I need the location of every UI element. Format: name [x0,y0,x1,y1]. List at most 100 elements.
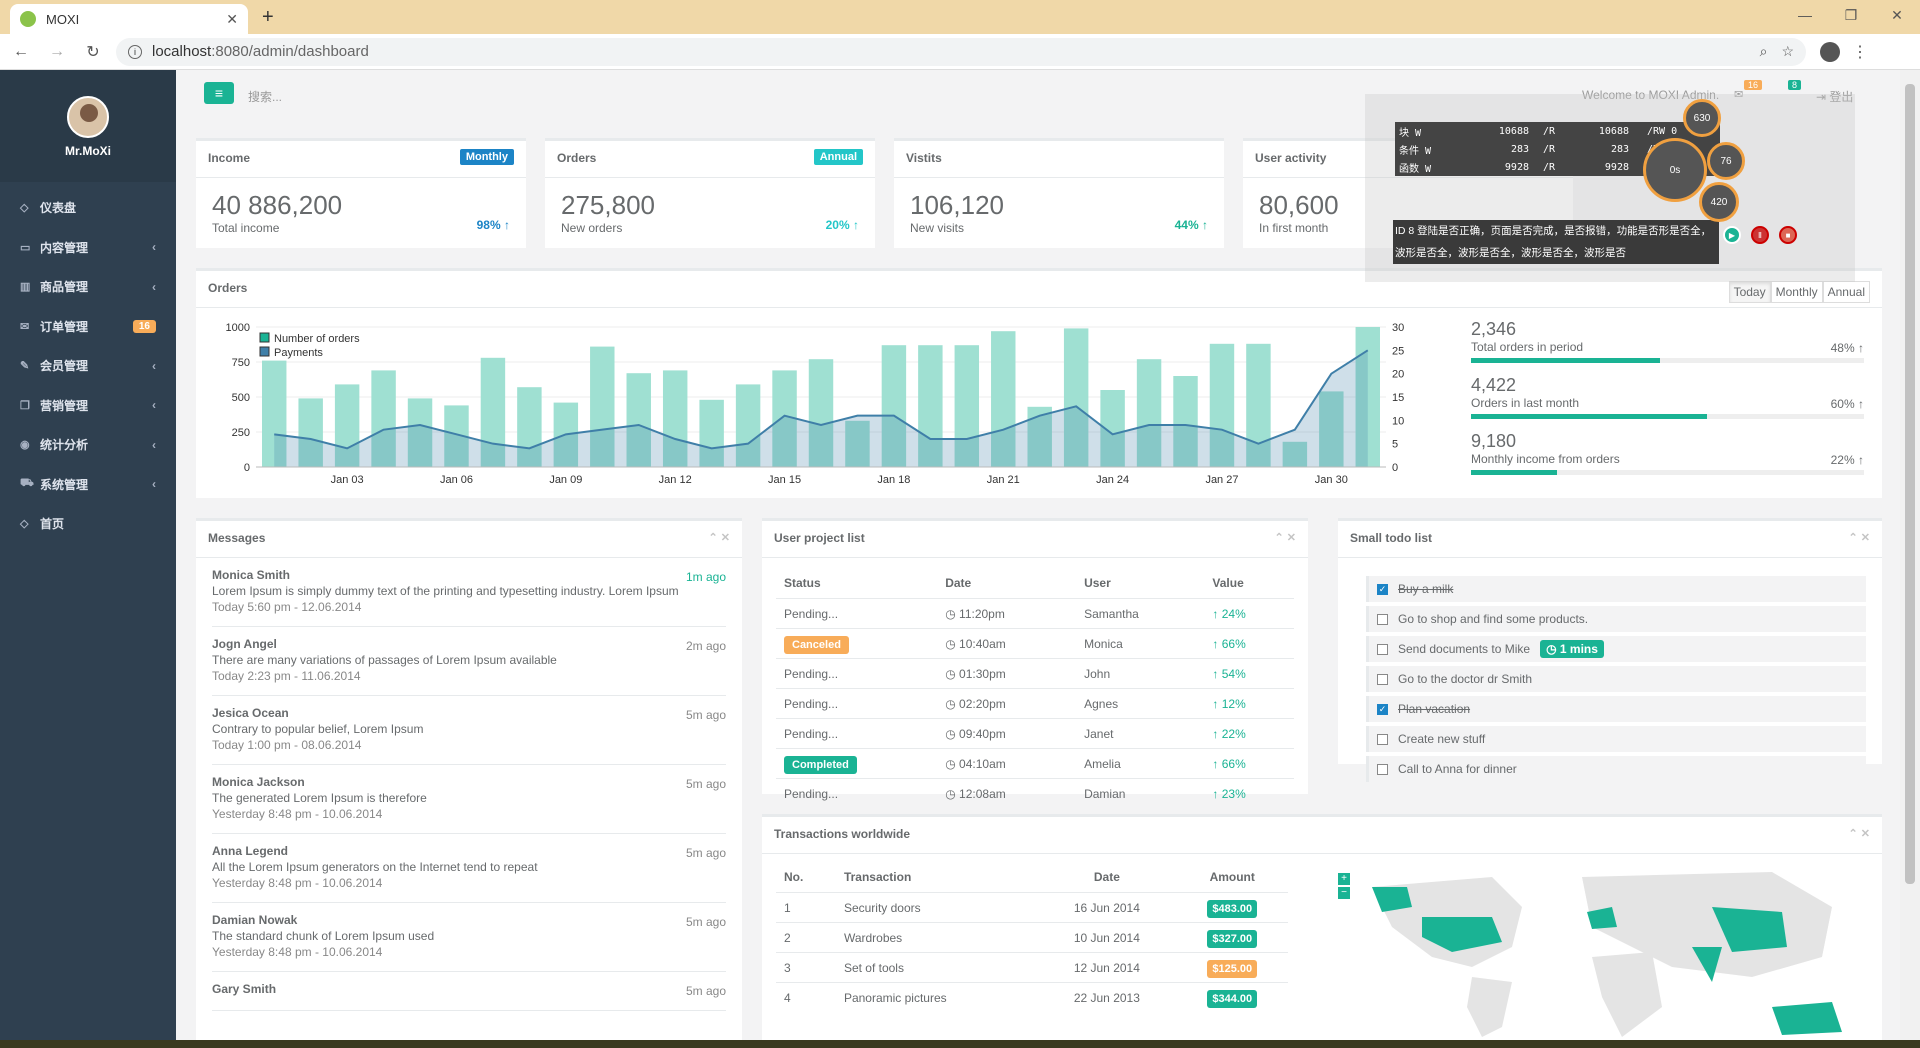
todo-item[interactable]: Send documents to Mike ◷ 1 mins [1366,636,1866,662]
overlay-bubble-3[interactable]: 76 [1707,142,1745,180]
close-tab-icon[interactable]: ✕ [226,11,238,28]
new-tab-button[interactable]: + [262,6,274,29]
panel-controls[interactable]: ⌃ ✕ [709,531,731,544]
user-cell: Agnes [1076,688,1205,719]
overlay-bubble-4[interactable]: 420 [1699,182,1739,222]
minimize-icon[interactable]: — [1782,0,1828,30]
todo-checkbox[interactable] [1377,673,1388,685]
column-header[interactable]: Value [1204,568,1294,599]
table-row[interactable]: Pending... ◷ 12:08am Damian ↑ 23% [776,778,1294,809]
message-item[interactable]: Jogn Angel There are many variations of … [212,627,726,696]
y2-tick-label: 30 [1392,322,1404,334]
sidebar-item-3[interactable]: ✉ 订单管理 16 [0,307,176,347]
sidebar-item-4[interactable]: ✎ 会员管理 ‹ [0,346,176,386]
sidebar-item-0[interactable]: ◇ 仪表盘 [0,188,176,228]
column-header[interactable]: Amount [1176,862,1288,893]
message-item[interactable]: Damian Nowak The standard chunk of Lorem… [212,903,726,972]
message-item[interactable]: Anna Legend All the Lorem Ipsum generato… [212,834,726,903]
table-row[interactable]: Pending... ◷ 01:30pm John ↑ 54% [776,658,1294,689]
overlay-key: 函数 W [1399,163,1432,175]
message-item[interactable]: Monica Smith Lorem Ipsum is simply dummy… [212,558,726,627]
panel-controls[interactable]: ⌃ ✕ [1275,531,1297,544]
scrollbar-thumb[interactable] [1905,84,1915,884]
table-row[interactable]: Canceled ◷ 10:40am Monica ↑ 66% [776,628,1294,659]
message-author[interactable]: Monica Jackson [212,775,726,789]
menu-toggle-button[interactable]: ≡ [204,82,234,104]
forward-icon[interactable]: → [42,43,72,61]
message-author[interactable]: Damian Nowak [212,913,726,927]
overlay-bubble-2[interactable]: 0s [1643,138,1707,202]
message-item[interactable]: Jesica Ocean Contrary to popular belief,… [212,696,726,765]
table-row[interactable]: Pending... ◷ 02:20pm Agnes ↑ 12% [776,688,1294,719]
table-row[interactable]: 4 Panoramic pictures 22 Jun 2013 $344.00 [776,982,1288,1013]
message-item[interactable]: Gary Smith 5m ago [212,972,726,1011]
table-row[interactable]: 1 Security doors 16 Jun 2014 $483.00 [776,892,1288,923]
column-header[interactable]: User [1076,568,1205,599]
profile-icon[interactable] [1820,41,1840,62]
scrollbar[interactable] [1900,70,1920,1040]
user-name[interactable]: Mr.MoXi [65,144,111,158]
panel-controls[interactable]: ⌃ ✕ [1849,531,1871,544]
zoom-out-button[interactable]: − [1338,887,1350,899]
todo-checkbox[interactable] [1377,763,1388,775]
reload-icon[interactable]: ↻ [78,42,108,62]
user-cell: Samantha [1076,598,1205,629]
panel-controls[interactable]: ⌃ ✕ [1849,827,1871,840]
todo-item[interactable]: Create new stuff [1366,726,1866,752]
todo-item[interactable]: Call to Anna for dinner [1366,756,1866,782]
sidebar-item-5[interactable]: ❐ 营销管理 ‹ [0,386,176,426]
table-row[interactable]: Pending... ◷ 09:40pm Janet ↑ 22% [776,718,1294,749]
todo-checkbox[interactable]: ✓ [1377,703,1388,715]
sidebar-item-6[interactable]: ◉ 统计分析 ‹ [0,425,176,465]
message-author[interactable]: Gary Smith [212,982,726,996]
todo-checkbox[interactable]: ✓ [1377,583,1388,595]
column-header[interactable]: No. [776,862,836,893]
range-today-button[interactable]: Today [1728,281,1771,303]
pause-icon[interactable]: Ⅱ [1751,226,1769,244]
table-row[interactable]: 3 Set of tools 12 Jun 2014 $125.00 [776,952,1288,983]
close-window-icon[interactable]: ✕ [1874,0,1920,30]
world-map[interactable] [1352,867,1872,1037]
column-header[interactable]: Transaction [835,862,1038,893]
todo-item[interactable]: Go to shop and find some products. [1366,606,1866,632]
back-icon[interactable]: ← [6,43,36,61]
message-author[interactable]: Monica Smith [212,568,726,582]
zoom-icon[interactable]: ⌕ [1760,43,1768,60]
column-header[interactable]: Status [776,568,938,599]
play-icon[interactable]: ▶ [1723,226,1741,244]
overlay-bubble-1[interactable]: 630 [1683,99,1721,137]
message-author[interactable]: Jesica Ocean [212,706,726,720]
search-input[interactable]: 搜索... [248,88,282,105]
summary-progress-fill [1471,470,1558,475]
column-header[interactable]: Date [1037,862,1177,893]
message-date: Today 1:00 pm - 08.06.2014 [212,738,362,752]
message-item[interactable]: Monica Jackson The generated Lorem Ipsum… [212,765,726,834]
url-field[interactable]: i localhost:8080/admin/dashboard ⌕ ☆ [116,37,1806,66]
sidebar-item-8[interactable]: ◇ 首页 [0,504,176,544]
bookmark-star-icon[interactable]: ☆ [1781,43,1794,60]
message-author[interactable]: Anna Legend [212,844,726,858]
table-row[interactable]: Completed ◷ 04:10am Amelia ↑ 66% [776,748,1294,779]
zoom-in-button[interactable]: + [1338,873,1350,885]
info-icon[interactable]: i [128,44,142,59]
table-row[interactable]: 2 Wardrobes 10 Jun 2014 $327.00 [776,922,1288,953]
todo-item[interactable]: ✓ Plan vacation [1366,696,1866,722]
avatar[interactable] [67,96,109,138]
stop-icon[interactable]: ■ [1779,226,1797,244]
message-author[interactable]: Jogn Angel [212,637,726,651]
todo-checkbox[interactable] [1377,613,1388,625]
restore-icon[interactable]: ❐ [1828,0,1874,30]
column-header[interactable]: Date [937,568,1077,599]
sidebar-item-2[interactable]: ▥ 商品管理 ‹ [0,267,176,307]
range-annual-button[interactable]: Annual [1822,281,1870,303]
sidebar-item-7[interactable]: ⛟ 系统管理 ‹ [0,465,176,505]
table-row[interactable]: Pending... ◷ 11:20pm Samantha ↑ 24% [776,598,1294,629]
todo-checkbox[interactable] [1377,643,1388,655]
browser-menu-icon[interactable]: ⋮ [1852,42,1868,62]
sidebar-item-1[interactable]: ▭ 内容管理 ‹ [0,228,176,268]
todo-item[interactable]: Go to the doctor dr Smith [1366,666,1866,692]
browser-tab[interactable]: MOXI ✕ [10,4,248,34]
todo-checkbox[interactable] [1377,733,1388,745]
todo-item[interactable]: ✓ Buy a milk [1366,576,1866,602]
range-monthly-button[interactable]: Monthly [1770,281,1823,303]
